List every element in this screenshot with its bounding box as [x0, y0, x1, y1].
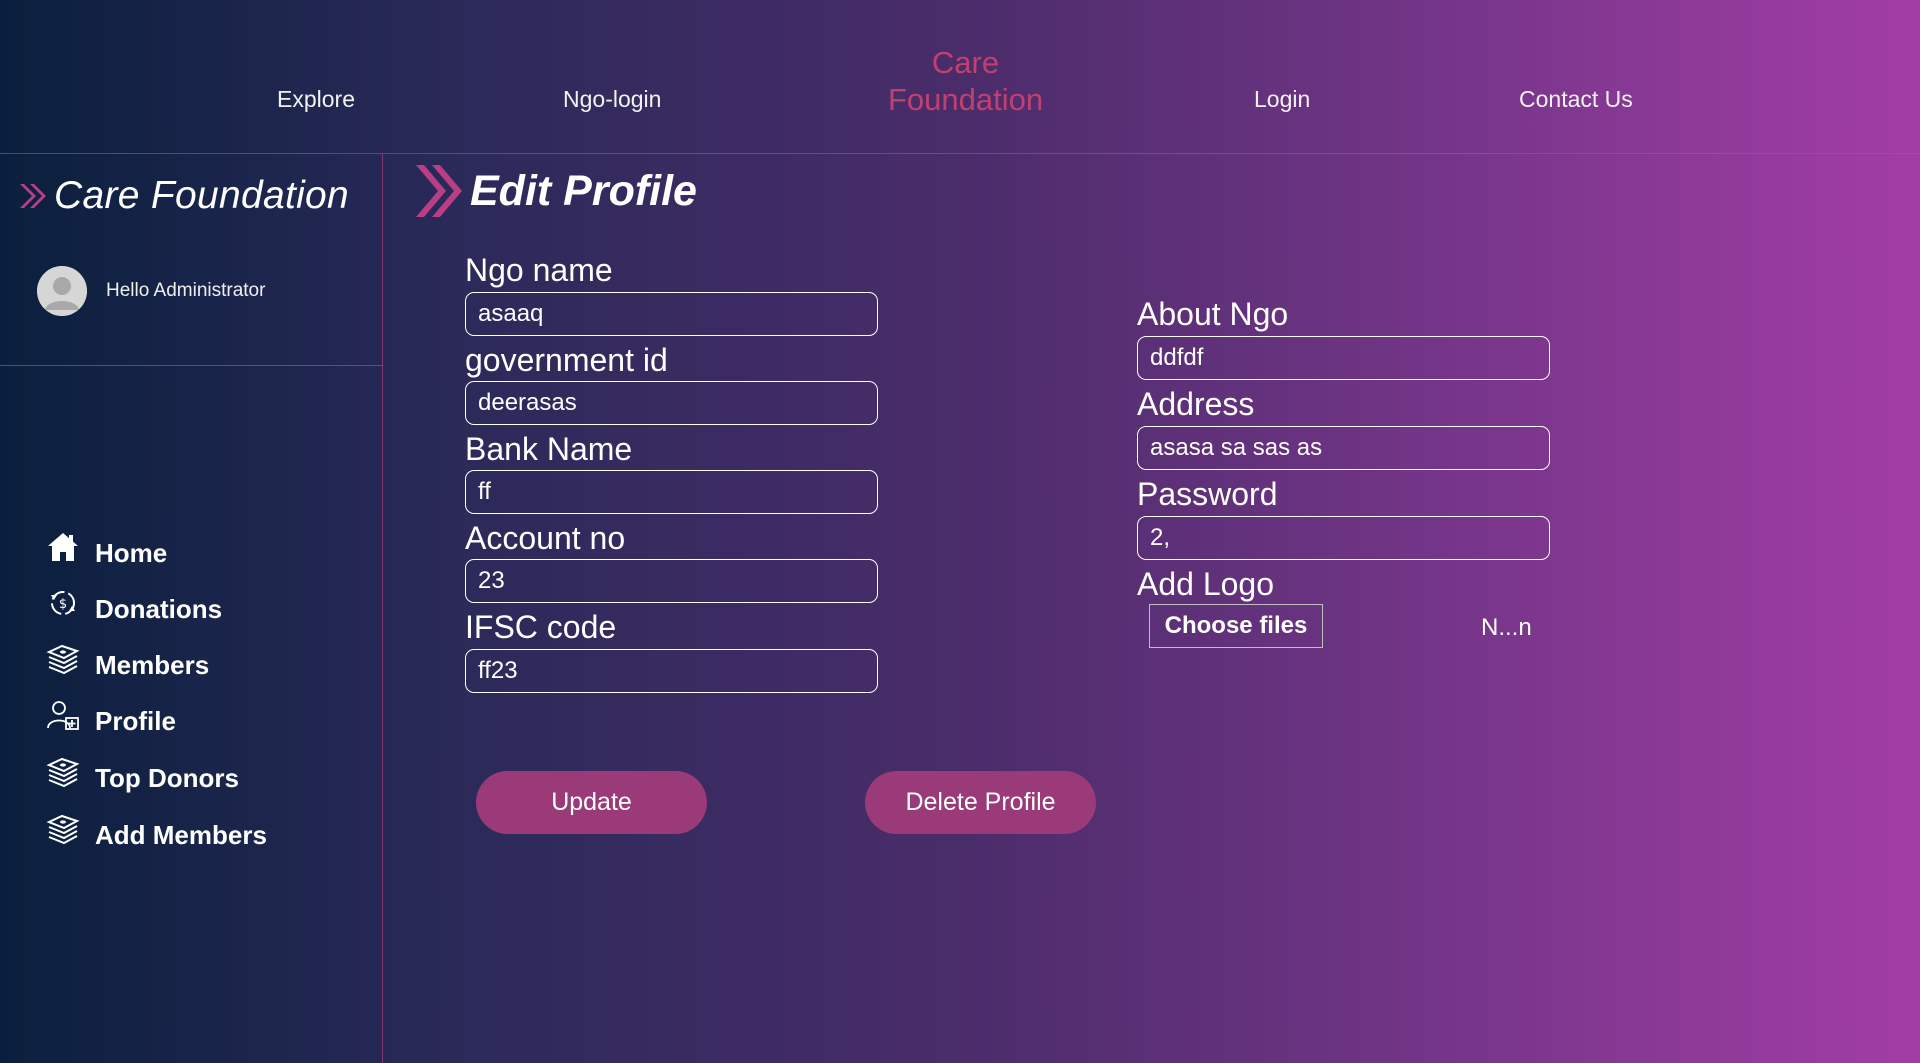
- address-input[interactable]: [1137, 426, 1550, 470]
- money-stack-icon: [46, 644, 80, 675]
- nav-brand-logo[interactable]: Care Foundation: [878, 44, 1053, 118]
- sidebar-item-label: Top Donors: [95, 762, 239, 793]
- bank-name-label: Bank Name: [465, 431, 633, 467]
- sidebar-item-label: Home: [95, 537, 168, 568]
- sidebar-item-label: Donations: [95, 593, 223, 624]
- nav-brand-line2: Foundation: [887, 82, 1044, 117]
- sidebar-item-donations[interactable]: $ Donations: [46, 591, 223, 626]
- user-profile-icon: [47, 701, 79, 730]
- sidebar-item-label: Add Members: [95, 819, 267, 850]
- account-no-label: Account no: [465, 520, 626, 556]
- about-ngo-label: About Ngo: [1137, 296, 1289, 332]
- choose-files-button[interactable]: Choose files: [1149, 604, 1323, 648]
- double-chevron-icon: [416, 165, 462, 217]
- avatar[interactable]: [37, 266, 87, 316]
- about-ngo-input[interactable]: [1137, 336, 1550, 380]
- nav-link-contact-us[interactable]: Contact Us: [1519, 86, 1633, 113]
- home-icon: [48, 533, 78, 561]
- address-label: Address: [1137, 386, 1255, 422]
- add-logo-label: Add Logo: [1137, 566, 1275, 602]
- nav-link-explore[interactable]: Explore: [277, 86, 355, 113]
- double-chevron-icon: [20, 184, 46, 208]
- password-label: Password: [1137, 476, 1278, 512]
- greeting-text: Hello Administrator: [106, 280, 266, 301]
- sidebar-item-label: Profile: [95, 705, 176, 736]
- donation-cycle-icon: $: [51, 591, 75, 615]
- ngo-name-label: Ngo name: [465, 252, 613, 288]
- nav-link-login[interactable]: Login: [1254, 86, 1310, 113]
- nav-brand-line1: Care: [931, 45, 1000, 80]
- sidebar-divider: [0, 365, 383, 366]
- page-title: Edit Profile: [414, 162, 697, 220]
- government-id-input[interactable]: [465, 381, 878, 425]
- update-button[interactable]: Update: [476, 771, 707, 834]
- svg-text:$: $: [59, 597, 67, 612]
- bank-name-input[interactable]: [465, 470, 878, 514]
- page-title-text: Edit Profile: [470, 166, 697, 215]
- sidebar-brand-text: Care Foundation: [54, 174, 350, 217]
- sidebar-item-profile[interactable]: Profile: [46, 701, 176, 738]
- nav-link-ngo-login[interactable]: Ngo-login: [563, 86, 661, 113]
- sidebar-item-label: Members: [95, 649, 210, 680]
- delete-profile-button[interactable]: Delete Profile: [865, 771, 1096, 834]
- money-stack-icon: [46, 814, 80, 845]
- sidebar: Care Foundation Hello Administrator Home…: [0, 154, 383, 1063]
- sidebar-item-home[interactable]: Home: [46, 533, 168, 570]
- ifsc-code-label: IFSC code: [465, 609, 617, 645]
- sidebar-brand[interactable]: Care Foundation: [18, 174, 349, 218]
- account-no-input[interactable]: [465, 559, 878, 603]
- government-id-label: government id: [465, 342, 668, 378]
- ngo-name-input[interactable]: [465, 292, 878, 336]
- password-input[interactable]: [1137, 516, 1550, 560]
- top-navigation: Explore Ngo-login Care Foundation Login …: [0, 0, 1920, 154]
- file-status-text: N...n: [1481, 614, 1532, 641]
- sidebar-item-add-members[interactable]: Add Members: [46, 814, 267, 852]
- money-stack-icon: [46, 757, 80, 788]
- user-avatar-icon: [37, 266, 87, 316]
- sidebar-item-members[interactable]: Members: [46, 644, 210, 682]
- sidebar-item-top-donors[interactable]: Top Donors: [46, 757, 239, 795]
- ifsc-code-input[interactable]: [465, 649, 878, 693]
